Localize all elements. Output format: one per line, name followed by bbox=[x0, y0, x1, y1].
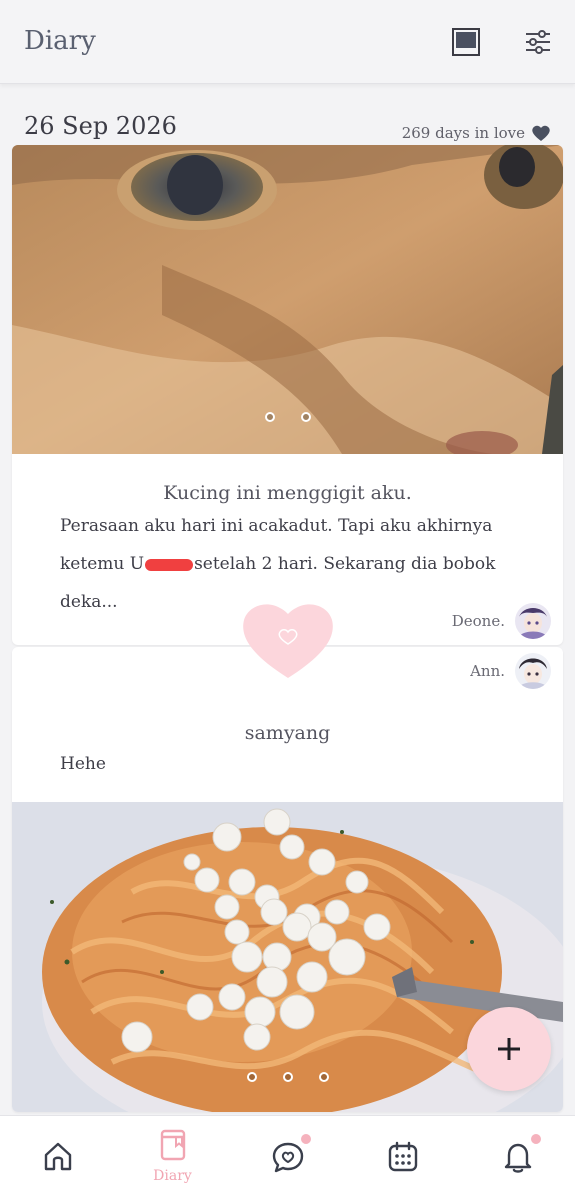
top-app-bar: Diary bbox=[0, 0, 575, 84]
author-name: Ann. bbox=[470, 662, 505, 680]
entry-date: 26 Sep 2026 bbox=[24, 112, 177, 140]
nav-home[interactable] bbox=[0, 1116, 115, 1199]
diary-entry-card[interactable]: Kucing ini menggigit aku. Perasaan aku h… bbox=[12, 145, 563, 645]
notification-badge bbox=[531, 1134, 541, 1144]
avatar[interactable] bbox=[515, 653, 551, 689]
pager-dot[interactable] bbox=[282, 1072, 293, 1082]
days-in-love-text: 269 days in love bbox=[401, 124, 525, 142]
home-icon bbox=[44, 1142, 72, 1171]
entry-body-line: Perasaan aku hari ini acakadut. Tapi aku… bbox=[60, 516, 493, 536]
pager-dot[interactable] bbox=[264, 412, 275, 422]
date-header: 26 Sep 2026 269 days in love bbox=[0, 110, 575, 146]
avatar[interactable] bbox=[515, 603, 551, 639]
chat-notification-badge bbox=[301, 1134, 311, 1144]
redaction-mark bbox=[145, 558, 194, 571]
nav-diary-label: Diary bbox=[153, 1168, 192, 1184]
entry-author: Deone. bbox=[452, 603, 551, 639]
add-entry-button[interactable] bbox=[467, 1007, 551, 1091]
entry-author: Ann. bbox=[470, 653, 551, 689]
like-heart-button[interactable] bbox=[240, 602, 336, 680]
diary-book-icon bbox=[160, 1129, 186, 1161]
photo-pager bbox=[12, 412, 563, 422]
nav-diary[interactable]: Diary bbox=[115, 1116, 230, 1199]
days-in-love-counter: 269 days in love bbox=[402, 124, 551, 142]
entry-photo-cat[interactable] bbox=[12, 145, 563, 454]
author-name: Deone. bbox=[451, 612, 505, 630]
nav-calendar[interactable] bbox=[345, 1116, 460, 1199]
entry-body: Hehe bbox=[60, 754, 106, 774]
nav-notifications[interactable] bbox=[460, 1116, 575, 1199]
pager-dot[interactable] bbox=[246, 1072, 257, 1082]
entry-body-text: ketemu U bbox=[60, 554, 145, 574]
bottom-navigation: Diary bbox=[0, 1115, 575, 1199]
album-icon[interactable] bbox=[450, 26, 482, 58]
nav-chat[interactable] bbox=[230, 1116, 345, 1199]
entry-title: samyang bbox=[244, 722, 331, 744]
pager-dot[interactable] bbox=[300, 412, 311, 422]
heart-icon bbox=[532, 125, 550, 141]
bell-icon bbox=[504, 1143, 532, 1173]
entry-title: Kucing ini menggigit aku. bbox=[163, 482, 412, 504]
plus-icon bbox=[498, 1038, 520, 1060]
calendar-icon bbox=[388, 1141, 418, 1172]
app-title: Diary bbox=[24, 26, 96, 56]
chat-heart-icon bbox=[272, 1142, 304, 1173]
filter-settings-icon[interactable] bbox=[522, 26, 554, 58]
pager-dot[interactable] bbox=[318, 1072, 329, 1082]
